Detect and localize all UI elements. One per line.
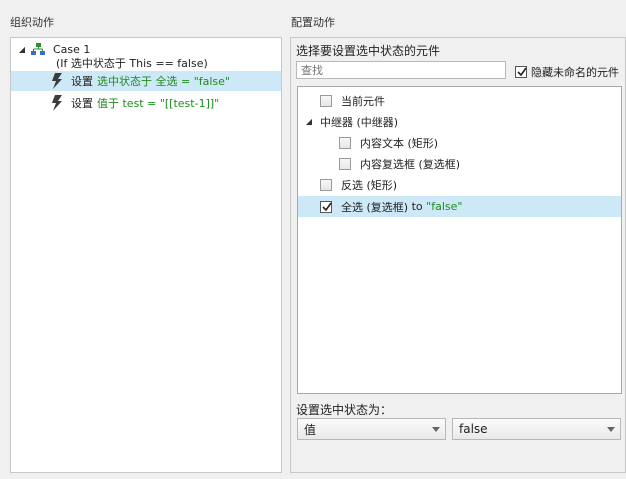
search-input[interactable] [296, 61, 506, 79]
element-row-select-all[interactable]: 全选 (复选框) to "false" [298, 196, 621, 217]
element-label: 内容文本 (矩形) [360, 136, 439, 150]
select-elements-label: 选择要设置选中状态的元件 [296, 44, 441, 58]
dropdown-arrow-icon [432, 427, 440, 432]
elements-list[interactable]: 当前元件 ◢ 中继器 (中继器) 内容文本 (矩形) 内容复选框 (复选框) 反… [297, 86, 622, 394]
action-prefix: 设置 [71, 97, 93, 110]
configure-panel: 选择要设置选中状态的元件 隐藏未命名的元件 当前元件 ◢ 中继器 (中继器) 内… [290, 37, 626, 473]
collapse-triangle-icon[interactable]: ◢ [17, 45, 27, 54]
hide-unnamed-label: 隐藏未命名的元件 [531, 66, 619, 79]
lightning-bolt-icon [51, 73, 63, 89]
element-to-text: to [408, 200, 427, 213]
element-checkbox-checked[interactable] [320, 200, 332, 213]
action-prefix: 设置 [71, 75, 93, 88]
element-label: 全选 (复选框) [341, 200, 409, 214]
lightning-bolt-icon [51, 95, 63, 111]
dropdown-arrow-icon [607, 427, 615, 432]
element-checkbox[interactable] [320, 94, 332, 107]
organize-actions-title: 组织动作 [10, 16, 54, 29]
configure-actions-title: 配置动作 [291, 16, 335, 29]
actions-tree[interactable]: ◢ Case 1 (If 选中状态于 This == false) 设置 选中状… [10, 37, 282, 473]
state-type-value: 值 [304, 422, 317, 437]
element-checkbox[interactable] [320, 178, 332, 191]
hide-unnamed-checkbox[interactable] [515, 66, 527, 78]
element-row-repeater[interactable]: ◢ 中继器 (中继器) [298, 111, 621, 132]
element-row-content-checkbox[interactable]: 内容复选框 (复选框) [298, 153, 621, 174]
element-label: 反选 (矩形) [341, 178, 398, 192]
action-row-set-selected[interactable]: 设置 选中状态于 全选 = "false" [11, 71, 281, 91]
action-detail: 值于 test = "[[test-1]]" [97, 97, 220, 110]
element-row-invert[interactable]: 反选 (矩形) [298, 174, 621, 195]
action-detail: 选中状态于 全选 = "false" [97, 75, 230, 88]
element-label: 中继器 (中继器) [320, 115, 399, 129]
element-label: 内容复选框 (复选框) [360, 157, 461, 171]
element-row-current[interactable]: 当前元件 [298, 90, 621, 111]
state-type-dropdown[interactable]: 值 [297, 418, 446, 440]
state-value-dropdown[interactable]: false [452, 418, 621, 440]
element-target-value: "false" [426, 200, 463, 213]
element-checkbox[interactable] [339, 136, 351, 149]
element-label: 当前元件 [341, 94, 385, 108]
element-row-content-text[interactable]: 内容文本 (矩形) [298, 132, 621, 153]
case-branch-icon [31, 43, 45, 55]
collapse-triangle-icon[interactable]: ◢ [304, 117, 314, 126]
state-value-value: false [459, 422, 488, 436]
set-state-label: 设置选中状态为： [296, 403, 393, 417]
hide-unnamed-option[interactable]: 隐藏未命名的元件 [515, 64, 619, 80]
case-condition-text: (If 选中状态于 This == false) [56, 57, 208, 70]
action-row-set-value[interactable]: 设置 值于 test = "[[test-1]]" [11, 93, 281, 113]
element-checkbox[interactable] [339, 157, 351, 170]
case-condition: (If 选中状态于 This == false) [56, 53, 208, 73]
